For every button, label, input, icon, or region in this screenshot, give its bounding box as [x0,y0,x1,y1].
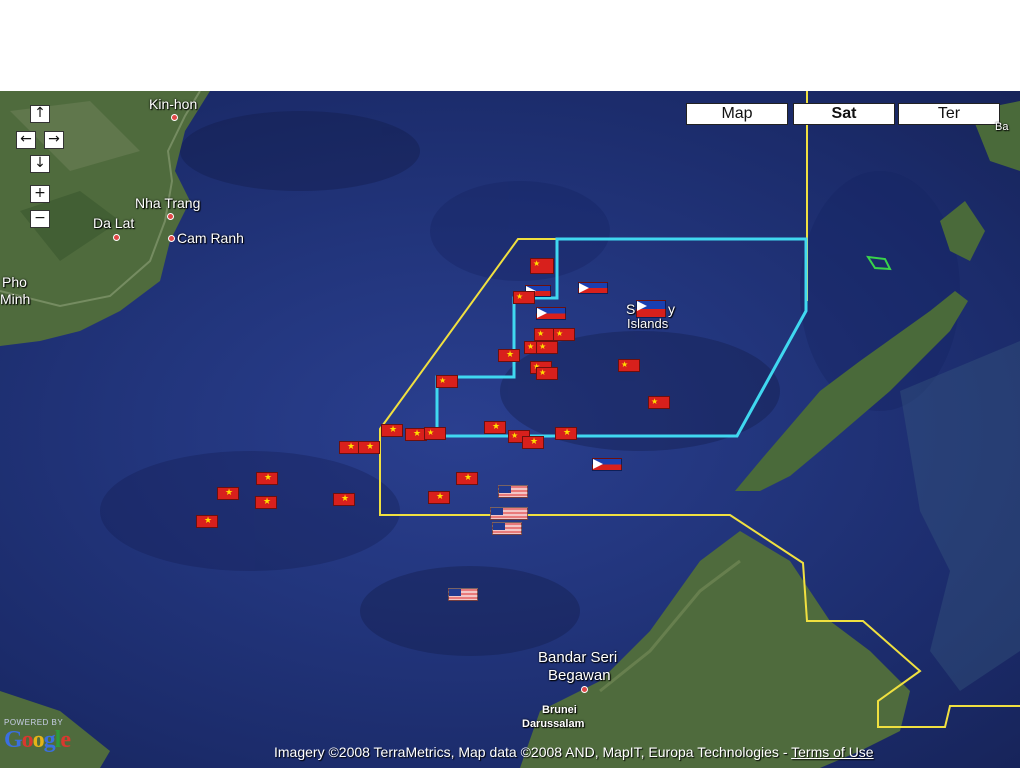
place-label-bandar-seri: Bandar Seri [538,649,618,666]
zoom-out-button[interactable]: − [30,210,50,228]
flag-marker-vietnam[interactable] [498,349,520,362]
place-label-da-lat: Da Lat [93,215,135,231]
terms-of-use-link[interactable]: Terms of Use [791,744,873,760]
place-label-pho: Pho [2,274,27,290]
flag-marker-philippines[interactable] [592,458,622,471]
place-label-begawan: Begawan [548,667,611,684]
place-label-spratly-s: S [626,301,636,317]
flag-marker-vietnam[interactable] [428,491,450,504]
city-marker[interactable] [168,235,175,242]
google-logo[interactable]: Google [4,727,71,754]
place-label-brunei: Brunei [542,704,577,716]
flag-marker-vietnam[interactable] [333,493,355,506]
flag-marker-china[interactable] [648,396,670,409]
city-marker[interactable] [167,213,174,220]
city-marker[interactable] [113,234,120,241]
flag-marker-china[interactable] [424,427,446,440]
place-label-kin-hon: Kin-hon [149,96,198,112]
place-label-cam-ranh: Cam Ranh [177,230,244,246]
pan-up-button[interactable]: ↑ [30,105,50,123]
city-marker[interactable] [171,114,178,121]
pan-left-button[interactable]: ← [16,131,36,149]
flag-marker-vietnam[interactable] [196,515,218,528]
flag-marker-vietnam[interactable] [522,436,544,449]
flag-marker-malaysia[interactable] [448,588,478,601]
place-label-darussalam: Darussalam [522,718,585,730]
map-attribution: Imagery ©2008 TerraMetrics, Map data ©20… [274,744,874,760]
flag-marker-china[interactable] [436,375,458,388]
pan-right-button[interactable]: → [44,131,64,149]
flag-marker-philippines[interactable] [636,300,666,318]
flag-marker-vietnam[interactable] [358,441,380,454]
flag-marker-vietnam[interactable] [484,421,506,434]
flag-marker-malaysia[interactable] [498,485,528,498]
flag-marker-china[interactable] [536,341,558,354]
flag-marker-china[interactable] [513,291,535,304]
flag-marker-china[interactable] [536,367,558,380]
place-label-spratly-y: y [668,301,675,317]
flag-marker-china[interactable] [618,359,640,372]
place-label-ba: Ba [995,121,1009,133]
flag-marker-vietnam[interactable] [555,427,577,440]
place-label-nha-trang: Nha Trang [135,195,201,211]
flag-marker-malaysia[interactable] [490,507,528,520]
city-marker[interactable] [581,686,588,693]
pan-down-button[interactable]: ↓ [30,155,50,173]
flag-marker-vietnam[interactable] [256,472,278,485]
flag-marker-philippines[interactable] [536,307,566,320]
flag-marker-vietnam[interactable] [217,487,239,500]
flag-marker-vietnam[interactable] [255,496,277,509]
flag-marker-vietnam[interactable] [456,472,478,485]
map-type-map-button[interactable]: Map [686,103,788,125]
flag-marker-vietnam[interactable] [381,424,403,437]
flag-marker-china[interactable] [530,258,554,274]
flag-marker-malaysia[interactable] [492,522,522,535]
zoom-in-button[interactable]: + [30,185,50,203]
satellite-map[interactable]: Map Sat Ter ↑ ← → ↓ + − Kin-hon Nha Tran… [0,91,1020,768]
powered-by-label: POWERED BY [4,718,64,727]
flag-marker-philippines[interactable] [578,282,608,294]
map-type-satellite-button[interactable]: Sat [793,103,895,125]
map-type-terrain-button[interactable]: Ter [898,103,1000,125]
attribution-text: Imagery ©2008 TerraMetrics, Map data ©20… [274,744,792,760]
flag-marker-china[interactable] [553,328,575,341]
place-label-minh: Minh [0,291,31,307]
place-label-spratly-islands: Islands [627,316,669,331]
